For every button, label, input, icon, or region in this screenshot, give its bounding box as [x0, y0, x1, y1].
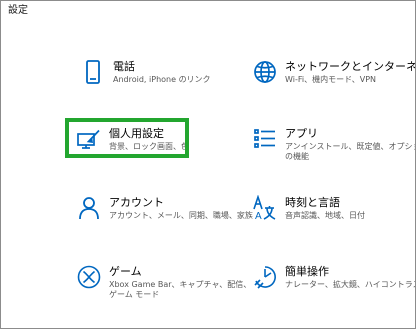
tile-apps-title: アプリ	[285, 127, 318, 140]
tile-network-title: ネットワークとインターネット	[285, 60, 416, 73]
tile-phone-description: Android, iPhone のリンク	[113, 75, 211, 84]
tile-accounts-description: アカウント、メール、同期、職場、家族	[109, 211, 253, 220]
tile-apps[interactable]: アプリ アンインストール、既定値、オプションの機能	[252, 126, 416, 168]
globe-icon	[252, 59, 278, 85]
tile-accounts[interactable]: アカウント アカウント、メール、同期、職場、家族	[76, 195, 256, 237]
tile-accessibility-title: 簡単操作	[285, 265, 329, 278]
tile-gaming-description: Xbox Game Bar、キャプチャ、配信、ゲーム モード	[109, 280, 252, 299]
tile-accessibility-description: ナレーター、拡大鏡、ハイコントラスト	[285, 280, 416, 289]
tile-phone-title: 電話	[113, 60, 135, 73]
tile-gaming[interactable]: ゲーム Xbox Game Bar、キャプチャ、配信、ゲーム モード	[76, 264, 256, 306]
phone-icon	[80, 59, 106, 85]
tile-time-language-description: 音声認識、地域、日付	[285, 211, 365, 220]
settings-window: 設定 電話 Android, iPhone のリンク ネットワークとインターネッ…	[0, 0, 416, 329]
accessibility-timer-icon	[252, 264, 278, 290]
xbox-icon	[76, 264, 102, 290]
window-title: 設定	[8, 5, 28, 16]
personalization-highlight-outline	[65, 118, 189, 158]
title-bar: 設定	[1, 1, 415, 21]
tile-apps-description: アンインストール、既定値、オプションの機能	[285, 142, 416, 161]
tile-gaming-title: ゲーム	[109, 265, 142, 278]
tile-accounts-title: アカウント	[109, 196, 164, 209]
tile-phone[interactable]: 電話 Android, iPhone のリンク	[80, 59, 260, 101]
tile-network-description: Wi-Fi、機内モード、VPN	[285, 75, 377, 84]
tile-time-language[interactable]: A 時刻と言語 音声認識、地域、日付	[252, 195, 415, 237]
apps-list-icon	[252, 126, 278, 152]
tile-time-language-title: 時刻と言語	[285, 196, 340, 209]
person-icon	[76, 195, 102, 221]
tile-accessibility[interactable]: 簡単操作 ナレーター、拡大鏡、ハイコントラスト	[252, 264, 416, 306]
tile-network[interactable]: ネットワークとインターネット Wi-Fi、機内モード、VPN	[252, 59, 416, 101]
svg-text:A: A	[255, 211, 262, 221]
language-time-icon: A	[252, 195, 278, 221]
